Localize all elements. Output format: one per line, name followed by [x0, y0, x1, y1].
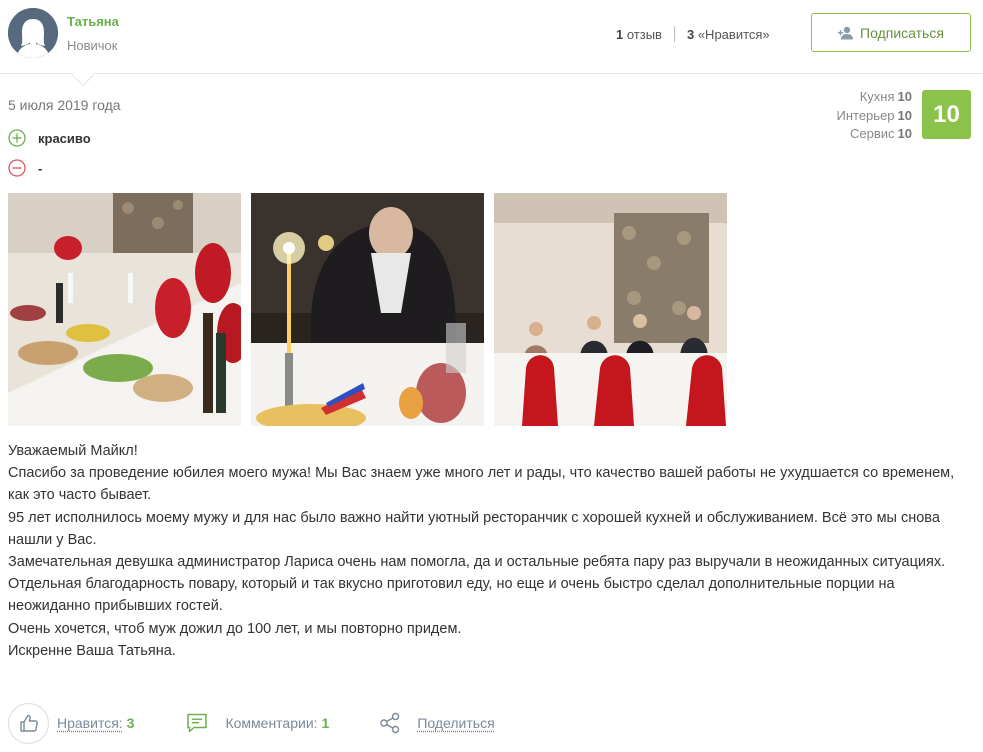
review-paragraph: Уважаемый Майкл!	[8, 443, 138, 459]
comment-icon	[187, 713, 208, 733]
author-rank: Новичок	[67, 38, 118, 53]
review-paragraph: Спасибо за проведение юбилея моего мужа!…	[8, 465, 955, 504]
photo-sparkler-candle[interactable]	[251, 193, 484, 426]
author-name[interactable]: Татьяна	[67, 14, 119, 29]
likes-count: 3	[686, 26, 695, 42]
like-label: Нравится:	[57, 715, 123, 731]
overall-score-badge: 10	[922, 90, 971, 139]
review-paragraph: Искренне Ваша Татьяна.	[8, 642, 176, 659]
comments-link[interactable]: Комментарии: 1	[186, 712, 329, 734]
banquet-table-image	[8, 193, 241, 426]
like-count: 3	[126, 715, 135, 731]
like-button[interactable]	[8, 702, 49, 744]
photo-banquet-table[interactable]	[8, 193, 241, 426]
share-link[interactable]: Поделиться	[379, 712, 495, 734]
review-header: Татьяна Новичок 1 отзыв 3 «Нравится» Под…	[0, 0, 983, 74]
photo-guests-table[interactable]	[494, 193, 727, 426]
ratings-breakdown: Кухня 10 Интерьер 10 Сервис 10	[837, 88, 913, 144]
review-paragraph: Замечательная девушка администратор Лари…	[8, 554, 946, 615]
author-stats: 1 отзыв 3 «Нравится»	[616, 26, 770, 42]
reviews-label: отзыв	[626, 26, 662, 42]
review-pros: красиво	[8, 129, 91, 147]
like-link[interactable]: Нравится: 3	[57, 715, 134, 731]
share-icon	[380, 712, 400, 734]
rating-interior: Интерьер 10	[837, 107, 913, 126]
review-actions: Нравится: 3 Комментарии: 1 Поделиться	[8, 702, 495, 744]
sparkler-candle-image	[251, 193, 484, 426]
review-photos	[8, 193, 727, 426]
subscribe-button[interactable]: Подписаться	[811, 13, 971, 52]
review-paragraph: Очень хочется, чтоб муж дожил до 100 лет…	[8, 620, 462, 637]
guests-table-image	[494, 193, 727, 426]
rating-label: Кухня	[859, 89, 895, 104]
thumbs-up-icon	[19, 714, 38, 732]
rating-value: 10	[897, 89, 912, 104]
rating-value: 10	[897, 107, 912, 123]
review-paragraph: 95 лет исполнилось моему мужу и для нас …	[8, 509, 940, 548]
reviews-count: 1	[616, 26, 624, 42]
rating-value: 10	[897, 126, 912, 141]
subscribe-label: Подписаться	[860, 24, 944, 41]
add-user-icon	[838, 26, 854, 39]
plus-circle-icon	[8, 129, 26, 147]
pros-text: красиво	[38, 130, 91, 146]
review-date: 5 июля 2019 года	[8, 97, 121, 113]
likes-label: «Нравится»	[697, 26, 770, 42]
cons-text: -	[38, 160, 43, 176]
review-cons: -	[8, 159, 42, 177]
comments-count: 1	[321, 715, 330, 731]
avatar-placeholder-icon	[8, 8, 58, 58]
avatar[interactable]	[8, 8, 58, 58]
rating-label: Сервис	[850, 126, 895, 141]
stats-divider	[673, 26, 675, 42]
rating-kitchen: Кухня 10	[837, 88, 912, 107]
minus-circle-icon	[8, 159, 26, 177]
rating-label: Интерьер	[836, 107, 895, 123]
review-text: Уважаемый Майкл! Спасибо за проведение ю…	[8, 440, 978, 662]
rating-service: Сервис 10	[837, 125, 912, 144]
share-label: Поделиться	[417, 715, 495, 731]
comments-label: Комментарии:	[225, 715, 318, 731]
